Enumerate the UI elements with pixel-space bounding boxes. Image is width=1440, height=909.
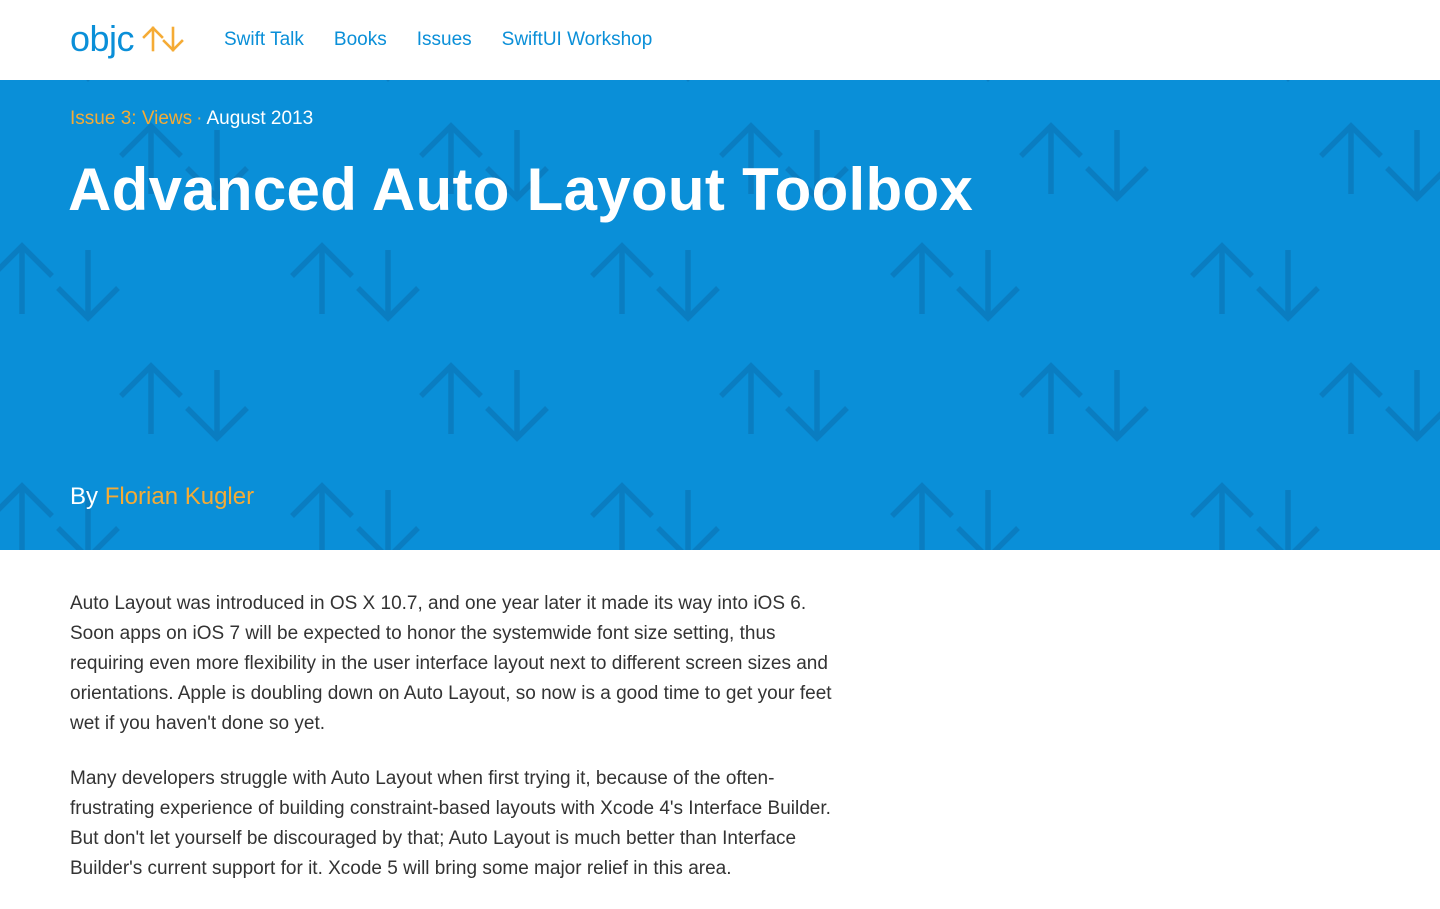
article-paragraph: Many developers struggle with Auto Layou… [70,768,831,879]
logo-text: objc [70,18,135,59]
nav-swiftui-workshop[interactable]: SwiftUI Workshop [502,26,653,54]
author-link[interactable]: Florian Kugler [105,483,254,510]
nav-books[interactable]: Books [334,26,387,54]
issue-link[interactable]: Issue 3: Views [70,108,192,129]
article-paragraph: Auto Layout was introduced in OS X 10.7,… [70,593,832,734]
byline: By Florian Kugler [70,480,254,514]
nav-issues[interactable]: Issues [417,26,472,54]
main-nav: Swift Talk Books Issues SwiftUI Workshop [224,26,652,54]
article-hero: Issue 3: Views · August 2013 Advanced Auto… [0,80,1440,550]
up-down-arrows-icon [142,24,184,54]
issue-separator: · [196,108,203,129]
byline-prefix: By [70,483,99,510]
issue-info: Issue 3: Views · August 2013 [70,106,313,132]
issue-date: August 2013 [206,108,314,129]
nav-swift-talk[interactable]: Swift Talk [224,26,304,54]
site-header: objc Swift Talk Books Issues SwiftUI Wor… [0,0,1440,80]
article-title: Advanced Auto Layout Toolbox [68,156,974,223]
site-logo[interactable]: objc [70,14,184,64]
article-body: Auto Layout was introduced in OS X 10.7,… [70,589,835,909]
